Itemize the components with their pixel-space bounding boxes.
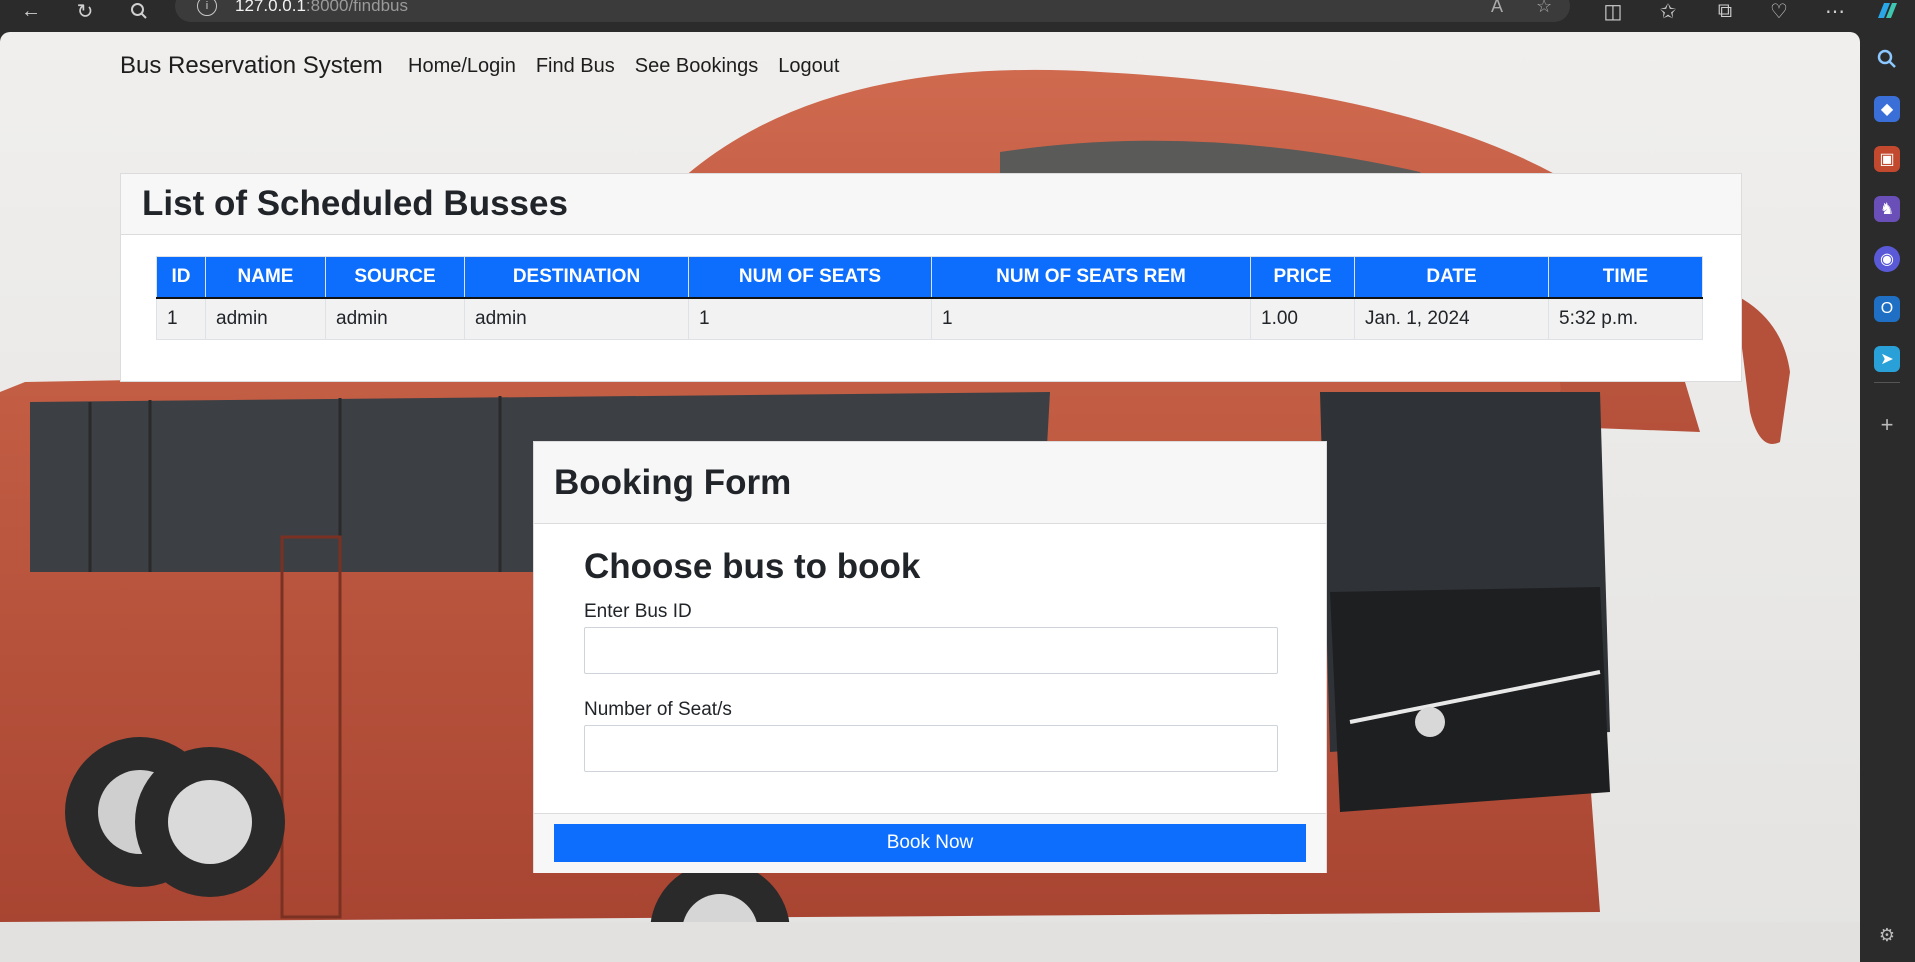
- table-header-row: ID NAME SOURCE DESTINATION NUM OF SEATS …: [156, 256, 1703, 299]
- cell-time: 5:32 p.m.: [1548, 297, 1703, 340]
- send-icon[interactable]: ➤: [1874, 346, 1900, 372]
- schedule-card-header: List of Scheduled Busses: [121, 174, 1741, 235]
- nav-home-login[interactable]: Home/Login: [408, 55, 516, 78]
- main-nav: Home/Login Find Bus See Bookings Logout: [408, 55, 839, 78]
- nav-logout[interactable]: Logout: [778, 55, 839, 78]
- cell-num-seats-rem: 1: [931, 297, 1251, 340]
- back-icon[interactable]: ←: [18, 0, 44, 22]
- nav-see-bookings[interactable]: See Bookings: [635, 55, 758, 78]
- read-aloud-icon[interactable]: A: [1491, 0, 1503, 17]
- cell-num-seats: 1: [688, 297, 932, 340]
- tools-briefcase-icon[interactable]: ▣: [1874, 146, 1900, 172]
- booking-form-header: Booking Form: [534, 442, 1326, 524]
- booking-form-card: Booking Form Choose bus to book Enter Bu…: [533, 441, 1327, 873]
- site-info-icon[interactable]: i: [197, 0, 217, 16]
- page-viewport: Bus Reservation System Home/Login Find B…: [0, 32, 1860, 962]
- url-host: 127.0.0.1: [235, 0, 306, 15]
- nav-find-bus[interactable]: Find Bus: [536, 55, 615, 78]
- column-header-destination: DESTINATION: [464, 256, 689, 299]
- column-header-num-seats-rem: NUM OF SEATS REM: [931, 256, 1251, 299]
- collections-icon[interactable]: ⧉: [1712, 0, 1738, 22]
- seats-label: Number of Seat/s: [584, 699, 732, 720]
- split-screen-icon[interactable]: ◫: [1600, 0, 1626, 23]
- brand-title[interactable]: Bus Reservation System: [120, 52, 383, 80]
- cell-date: Jan. 1, 2024: [1354, 297, 1549, 340]
- booking-subtitle: Choose bus to book: [584, 547, 921, 586]
- edge-sidebar: ◆ ▣ ♞ ◉ O ➤ + ⚙: [1860, 32, 1915, 962]
- seats-input[interactable]: [584, 725, 1278, 772]
- column-header-id: ID: [156, 256, 206, 299]
- sidebar-divider: [1874, 382, 1900, 383]
- column-header-time: TIME: [1548, 256, 1703, 299]
- column-header-date: DATE: [1354, 256, 1549, 299]
- settings-gear-icon[interactable]: ⚙: [1874, 922, 1900, 948]
- cell-id: 1: [156, 297, 206, 340]
- favorite-star-icon[interactable]: ☆: [1536, 0, 1552, 17]
- bus-id-input[interactable]: [584, 627, 1278, 674]
- column-header-name: NAME: [205, 256, 326, 299]
- copilot-apps-icon[interactable]: ◉: [1874, 246, 1900, 272]
- more-options-icon[interactable]: ⋯: [1822, 0, 1848, 23]
- schedule-title: List of Scheduled Busses: [142, 184, 568, 223]
- booking-form-title: Booking Form: [554, 462, 792, 502]
- search-icon[interactable]: [126, 0, 152, 22]
- cell-name: admin: [205, 297, 326, 340]
- booking-form-body: Choose bus to book Enter Bus ID Number o…: [584, 547, 1278, 772]
- cell-destination: admin: [464, 297, 689, 340]
- browser-toolbar: ← ↻ i 127.0.0.1:8000/findbus A ☆ ◫ ✩ ⧉ ♡…: [0, 0, 1915, 32]
- search-icon[interactable]: [1874, 46, 1900, 72]
- table-row: 1 admin admin admin 1 1 1.00 Jan. 1, 202…: [156, 297, 1703, 340]
- cell-source: admin: [325, 297, 465, 340]
- schedule-table: ID NAME SOURCE DESTINATION NUM OF SEATS …: [156, 256, 1703, 340]
- schedule-card: List of Scheduled Busses ID NAME SOURCE …: [120, 173, 1742, 382]
- column-header-num-seats: NUM OF SEATS: [688, 256, 932, 299]
- browser-essentials-icon[interactable]: ♡: [1766, 0, 1792, 23]
- column-header-source: SOURCE: [325, 256, 465, 299]
- column-header-price: PRICE: [1250, 256, 1355, 299]
- refresh-icon[interactable]: ↻: [72, 0, 98, 23]
- favorites-icon[interactable]: ✩: [1655, 0, 1681, 23]
- booking-form-footer: Book Now: [534, 813, 1326, 873]
- copilot-icon[interactable]: [1873, 0, 1901, 22]
- outlook-icon[interactable]: O: [1874, 296, 1900, 322]
- book-now-button[interactable]: Book Now: [554, 824, 1306, 862]
- address-url[interactable]: 127.0.0.1:8000/findbus: [235, 0, 408, 16]
- url-path: :8000/findbus: [305, 0, 408, 15]
- cell-price: 1.00: [1250, 297, 1355, 340]
- address-bar[interactable]: i 127.0.0.1:8000/findbus A ☆: [175, 0, 1570, 22]
- games-icon[interactable]: ♞: [1874, 196, 1900, 222]
- add-icon[interactable]: +: [1874, 412, 1900, 438]
- shopping-tag-icon[interactable]: ◆: [1874, 96, 1900, 122]
- bus-id-label: Enter Bus ID: [584, 601, 692, 622]
